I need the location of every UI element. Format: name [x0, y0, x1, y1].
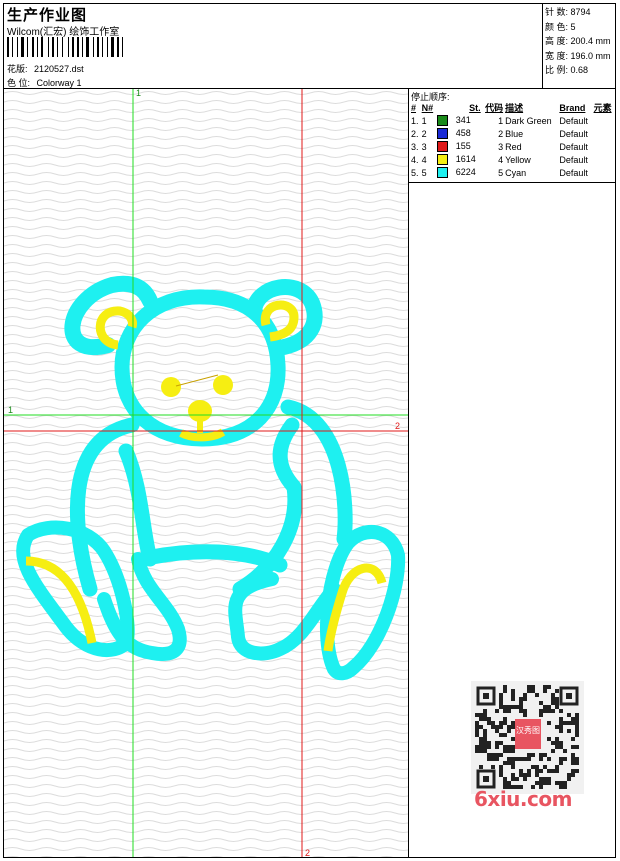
cell-num: 1. [411, 115, 419, 126]
stats-panel: 针 数: 8794 颜 色: 5 高 度: 200.4 mm 宽 度: 196.… [542, 3, 616, 89]
panel-divider [408, 88, 409, 858]
cell-code: 5 [498, 167, 504, 178]
cell-code: 2 [498, 128, 504, 139]
cell-desc: Dark Green [505, 115, 552, 126]
stop-sequence-table: # N# St. 代码 描述 Brand 元素 1. 1 341 1 Dark Gree… [410, 101, 615, 179]
stat-colors: 颜 色: 5 [545, 21, 576, 32]
cell-code: 3 [498, 141, 504, 152]
stat-stitches: 针 数: 8794 [545, 7, 591, 17]
col-stitches: St. [469, 102, 481, 113]
col-num: # [411, 102, 417, 113]
cell-num: 2. [411, 128, 419, 139]
red-h-label: 2 [395, 421, 400, 431]
cell-stitches: 341 [436, 114, 482, 127]
cell-element [593, 140, 615, 153]
right-eye [213, 375, 233, 395]
cell-element [593, 114, 615, 127]
design-file-label: 花版: [7, 64, 28, 74]
cell-desc: Yellow [505, 154, 531, 165]
table-bottom-line [409, 182, 616, 183]
barcode [7, 37, 123, 57]
table-row: 5. 5 6224 5 Cyan Default [410, 166, 615, 179]
qr-code[interactable]: 汉秀图 [471, 681, 584, 794]
table-row: 4. 4 1614 4 Yellow Default [410, 153, 615, 166]
stat-height: 高 度: 200.4 mm [545, 36, 611, 46]
cell-brand: Default [559, 141, 588, 152]
cell-stitches: 155 [436, 140, 482, 153]
cell-num: 4. [411, 154, 419, 165]
cell-num: 5. [411, 167, 419, 178]
table-header-row: # N# St. 代码 描述 Brand 元素 [410, 101, 615, 114]
color-swatch [436, 115, 448, 127]
cell-brand: Default [559, 167, 588, 178]
col-code: 代码 [485, 103, 504, 113]
table-row: 1. 1 341 1 Dark Green Default [410, 114, 615, 127]
cell-code: 1 [498, 115, 504, 126]
col-desc: 描述 [505, 103, 524, 113]
stat-scale: 比 例: 0.68 [545, 65, 589, 75]
table-row: 3. 3 155 3 Red Default [410, 140, 615, 153]
cell-stitches: 1614 [436, 153, 482, 166]
cell-brand: Default [559, 115, 588, 126]
col-element: 元素 [593, 103, 612, 113]
page-title: 生产作业图 [7, 7, 88, 24]
stat-width: 宽 度: 196.0 mm [545, 50, 611, 61]
cell-n: 3 [421, 141, 427, 152]
cell-code: 4 [498, 154, 504, 165]
cell-n: 4 [421, 154, 427, 165]
color-swatch [436, 167, 448, 179]
cell-n: 2 [421, 128, 427, 139]
green-h-label: 1 [8, 405, 13, 415]
cell-brand: Default [559, 154, 588, 165]
design-canvas[interactable]: 1 1 2 2 [4, 89, 408, 857]
cell-desc: Cyan [505, 167, 527, 178]
color-swatch [436, 128, 448, 140]
cell-element [593, 166, 615, 179]
color-swatch [436, 154, 448, 166]
cell-stitches: 6224 [436, 166, 482, 179]
cell-desc: Red [505, 141, 522, 152]
cell-n: 1 [421, 115, 427, 126]
col-n: N# [421, 102, 434, 113]
colorway-label: 色 位: [7, 78, 31, 88]
watermark-logo: 6xiu.com [474, 787, 572, 811]
cell-brand: Default [559, 128, 588, 139]
green-v-label: 1 [136, 89, 141, 98]
cell-element [593, 153, 615, 166]
design-file-row: 花版: 2120527.dst [7, 62, 84, 75]
table-row: 2. 2 458 2 Blue Default [410, 127, 615, 140]
cell-num: 3. [411, 141, 419, 152]
seal-text: 汉秀图 [516, 725, 540, 735]
left-eye [161, 377, 181, 397]
red-v-label: 2 [305, 848, 310, 857]
col-brand: Brand [559, 102, 586, 113]
studio-name: Wilcom(汇宏) 绘饰工作室 [7, 27, 120, 38]
design-file-value: 2120527.dst [34, 64, 84, 74]
colorway-value: Colorway 1 [36, 78, 82, 88]
color-swatch [436, 141, 448, 153]
cell-element [593, 127, 615, 140]
cell-desc: Blue [505, 128, 524, 139]
cell-stitches: 458 [436, 127, 482, 140]
cell-n: 5 [421, 167, 427, 178]
